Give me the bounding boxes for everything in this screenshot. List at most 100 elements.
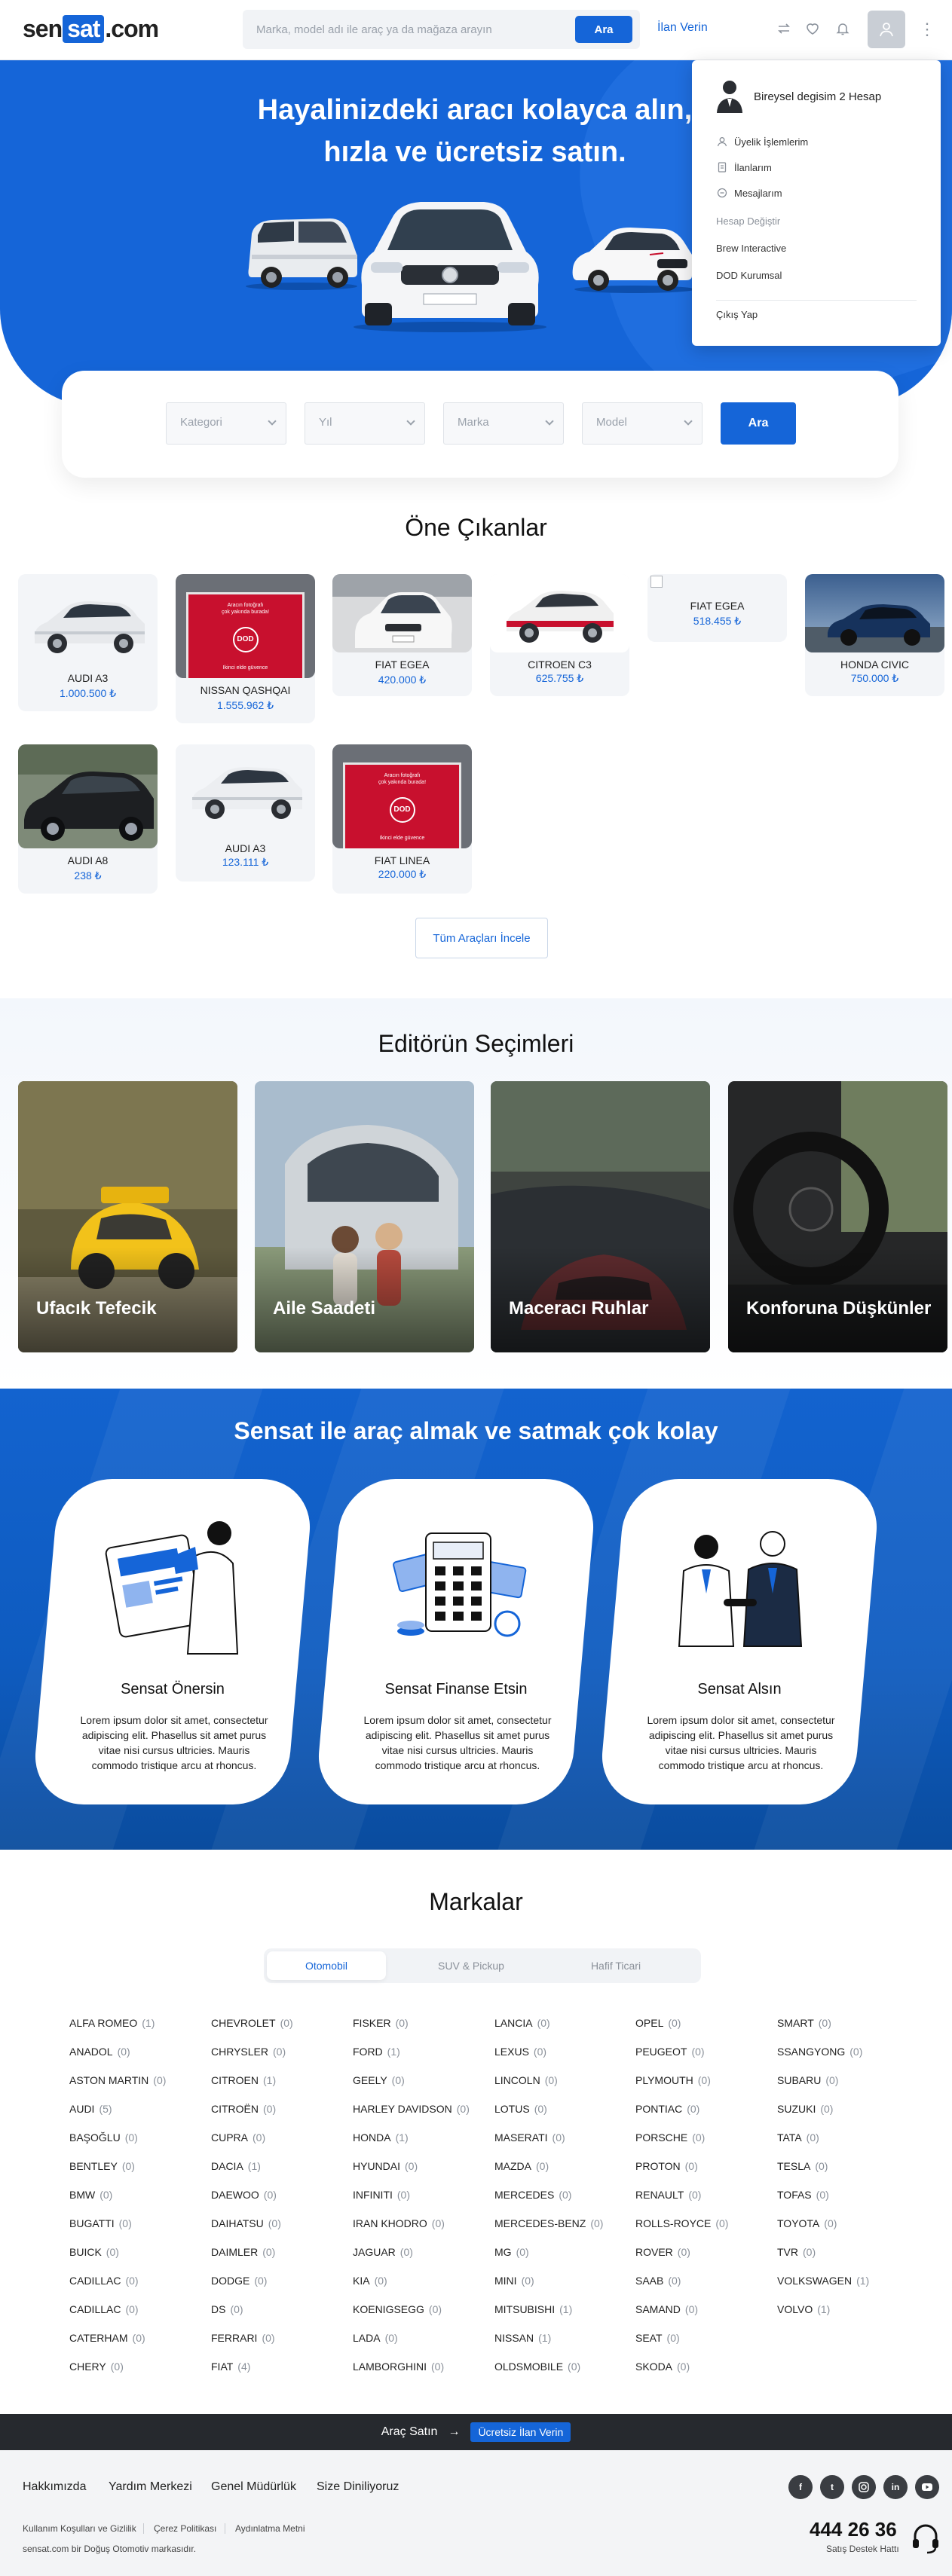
brand-link[interactable]: SAMAND (0) — [635, 2303, 698, 2315]
support-phone[interactable]: 444 26 36 — [810, 2518, 897, 2541]
brand-link[interactable]: INFINITI (0) — [353, 2189, 410, 2201]
brand-link[interactable]: BUICK (0) — [69, 2246, 119, 2258]
brand-link[interactable]: IRAN KHODRO (0) — [353, 2217, 445, 2229]
brand-link[interactable]: TOFAS (0) — [777, 2189, 829, 2201]
brand-link[interactable]: SUZUKI (0) — [777, 2103, 833, 2115]
brand-link[interactable]: VOLVO (1) — [777, 2303, 830, 2315]
view-all-cars-button[interactable]: Tüm Araçları İncele — [415, 918, 548, 958]
brand-link[interactable]: CADILLAC (0) — [69, 2303, 139, 2315]
brand-link[interactable]: HONDA (1) — [353, 2131, 409, 2144]
brand-link[interactable]: SUBARU (0) — [777, 2074, 838, 2086]
year-select[interactable]: Yıl — [305, 402, 425, 445]
brand-link[interactable]: CHERY (0) — [69, 2361, 124, 2373]
footer-link-help[interactable]: Yardım Merkezi — [109, 2480, 192, 2494]
brand-link[interactable]: CITROËN (0) — [211, 2103, 276, 2115]
legal-cookie-link[interactable]: Çerez Politikası — [154, 2523, 216, 2534]
brand-link[interactable]: ASTON MARTIN (0) — [69, 2074, 166, 2086]
brand-link[interactable]: DS (0) — [211, 2303, 243, 2315]
heart-icon[interactable] — [802, 18, 823, 39]
brand-link[interactable]: FERRARI (0) — [211, 2332, 275, 2344]
brand-link[interactable]: CATERHAM (0) — [69, 2332, 145, 2344]
brand-link[interactable]: SEAT (0) — [635, 2332, 680, 2344]
menu-item-messages[interactable]: Mesajlarım — [716, 187, 782, 199]
account-option-brew[interactable]: Brew Interactive — [716, 243, 786, 254]
brand-link[interactable]: PORSCHE (0) — [635, 2131, 705, 2144]
brand-link[interactable]: BUGATTI (0) — [69, 2217, 132, 2229]
brand-link[interactable]: RENAULT (0) — [635, 2189, 701, 2201]
linkedin-icon[interactable]: in — [883, 2475, 908, 2499]
brand-link[interactable]: TESLA (0) — [777, 2160, 828, 2172]
facebook-icon[interactable]: f — [788, 2475, 813, 2499]
brand-link[interactable]: MITSUBISHI (1) — [494, 2303, 572, 2315]
brand-link[interactable]: ROLLS-ROYCE (0) — [635, 2217, 728, 2229]
brand-select[interactable]: Marka — [443, 402, 564, 445]
car-card[interactable]: FIAT EGEA 420.000 ₺ — [332, 574, 472, 696]
brand-link[interactable]: DAIHATSU (0) — [211, 2217, 281, 2229]
brand-link[interactable]: PONTIAC (0) — [635, 2103, 699, 2115]
bell-icon[interactable] — [832, 18, 853, 39]
brand-link[interactable]: MERCEDES (0) — [494, 2189, 571, 2201]
car-card[interactable]: Aracın fotoğrafı çok yakında burada! DOD… — [176, 574, 315, 723]
tab-otomobil[interactable]: Otomobil — [267, 1951, 386, 1980]
brand-link[interactable]: ALFA ROMEO (1) — [69, 2017, 155, 2029]
car-card[interactable]: AUDI A3 123.111 ₺ — [176, 744, 315, 882]
brand-link[interactable]: JAGUAR (0) — [353, 2246, 413, 2258]
brand-link[interactable]: OLDSMOBILE (0) — [494, 2361, 580, 2373]
model-select[interactable]: Model — [582, 402, 703, 445]
car-card[interactable]: AUDI A3 1.000.500 ₺ — [18, 574, 158, 711]
brand-link[interactable]: LANCIA (0) — [494, 2017, 550, 2029]
brand-link[interactable]: FORD (1) — [353, 2046, 400, 2058]
search-button[interactable]: Ara — [575, 16, 632, 43]
brand-link[interactable]: PLYMOUTH (0) — [635, 2074, 711, 2086]
brand-link[interactable]: VOLKSWAGEN (1) — [777, 2275, 869, 2287]
car-card[interactable]: AUDI A8 238 ₺ — [18, 744, 158, 894]
brand-link[interactable]: PEUGEOT (0) — [635, 2046, 705, 2058]
brand-link[interactable]: CHEVROLET (0) — [211, 2017, 293, 2029]
brand-link[interactable]: SSANGYONG (0) — [777, 2046, 862, 2058]
post-ad-link[interactable]: İlan Verin — [657, 21, 708, 35]
car-card[interactable]: CITROEN C3 625.755 ₺ — [490, 574, 629, 696]
brand-link[interactable]: LOTUS (0) — [494, 2103, 547, 2115]
brand-link[interactable]: MG (0) — [494, 2246, 529, 2258]
brand-link[interactable]: ROVER (0) — [635, 2246, 690, 2258]
brand-link[interactable]: DODGE (0) — [211, 2275, 267, 2287]
category-select[interactable]: Kategori — [166, 402, 286, 445]
account-button[interactable] — [868, 11, 905, 48]
car-card[interactable]: Aracın fotoğrafı çok yakında burada! DOD… — [332, 744, 472, 894]
brand-link[interactable]: CADILLAC (0) — [69, 2275, 139, 2287]
brand-link[interactable]: FISKER (0) — [353, 2017, 409, 2029]
brand-link[interactable]: DAEWOO (0) — [211, 2189, 277, 2201]
brand-link[interactable]: AUDI (5) — [69, 2103, 112, 2115]
tab-hafif-ticari[interactable]: Hafif Ticari — [556, 1951, 675, 1980]
tab-suv-pickup[interactable]: SUV & Pickup — [412, 1951, 531, 1980]
brand-link[interactable]: SAAB (0) — [635, 2275, 681, 2287]
brand-link[interactable]: FIAT (4) — [211, 2361, 250, 2373]
brand-link[interactable]: CHRYSLER (0) — [211, 2046, 286, 2058]
brand-link[interactable]: KOENIGSEGG (0) — [353, 2303, 442, 2315]
brand-link[interactable]: DACIA (1) — [211, 2160, 261, 2172]
brand-link[interactable]: PROTON (0) — [635, 2160, 698, 2172]
car-card[interactable]: HONDA CIVIC 750.000 ₺ — [805, 574, 944, 696]
kebab-icon[interactable]: ⋮ — [919, 18, 935, 41]
swap-icon[interactable] — [773, 18, 794, 39]
brand-link[interactable]: BMW (0) — [69, 2189, 112, 2201]
brand-link[interactable]: SMART (0) — [777, 2017, 831, 2029]
brand-link[interactable]: MERCEDES-BENZ (0) — [494, 2217, 603, 2229]
menu-item-listings[interactable]: İlanlarım — [716, 161, 772, 173]
menu-item-membership[interactable]: Üyelik İşlemlerim — [716, 136, 808, 148]
brand-link[interactable]: SKODA (0) — [635, 2361, 690, 2373]
brand-link[interactable]: TVR (0) — [777, 2246, 816, 2258]
instagram-icon[interactable] — [852, 2475, 876, 2499]
editor-pick-card[interactable]: Aile Saadeti — [255, 1081, 474, 1352]
brand-link[interactable]: CUPRA (0) — [211, 2131, 265, 2144]
brand-link[interactable]: HYUNDAI (0) — [353, 2160, 418, 2172]
footer-link-listening[interactable]: Size Diniliyoruz — [317, 2480, 399, 2494]
free-listing-button[interactable]: Ücretsiz İlan Verin — [470, 2422, 571, 2442]
filter-search-button[interactable]: Ara — [721, 402, 796, 445]
brand-link[interactable]: BENTLEY (0) — [69, 2160, 135, 2172]
brand-link[interactable]: NISSAN (1) — [494, 2332, 551, 2344]
account-option-dod[interactable]: DOD Kurumsal — [716, 270, 782, 281]
brand-link[interactable]: GEELY (0) — [353, 2074, 405, 2086]
brand-link[interactable]: OPEL (0) — [635, 2017, 681, 2029]
brand-link[interactable]: LAMBORGHINI (0) — [353, 2361, 444, 2373]
